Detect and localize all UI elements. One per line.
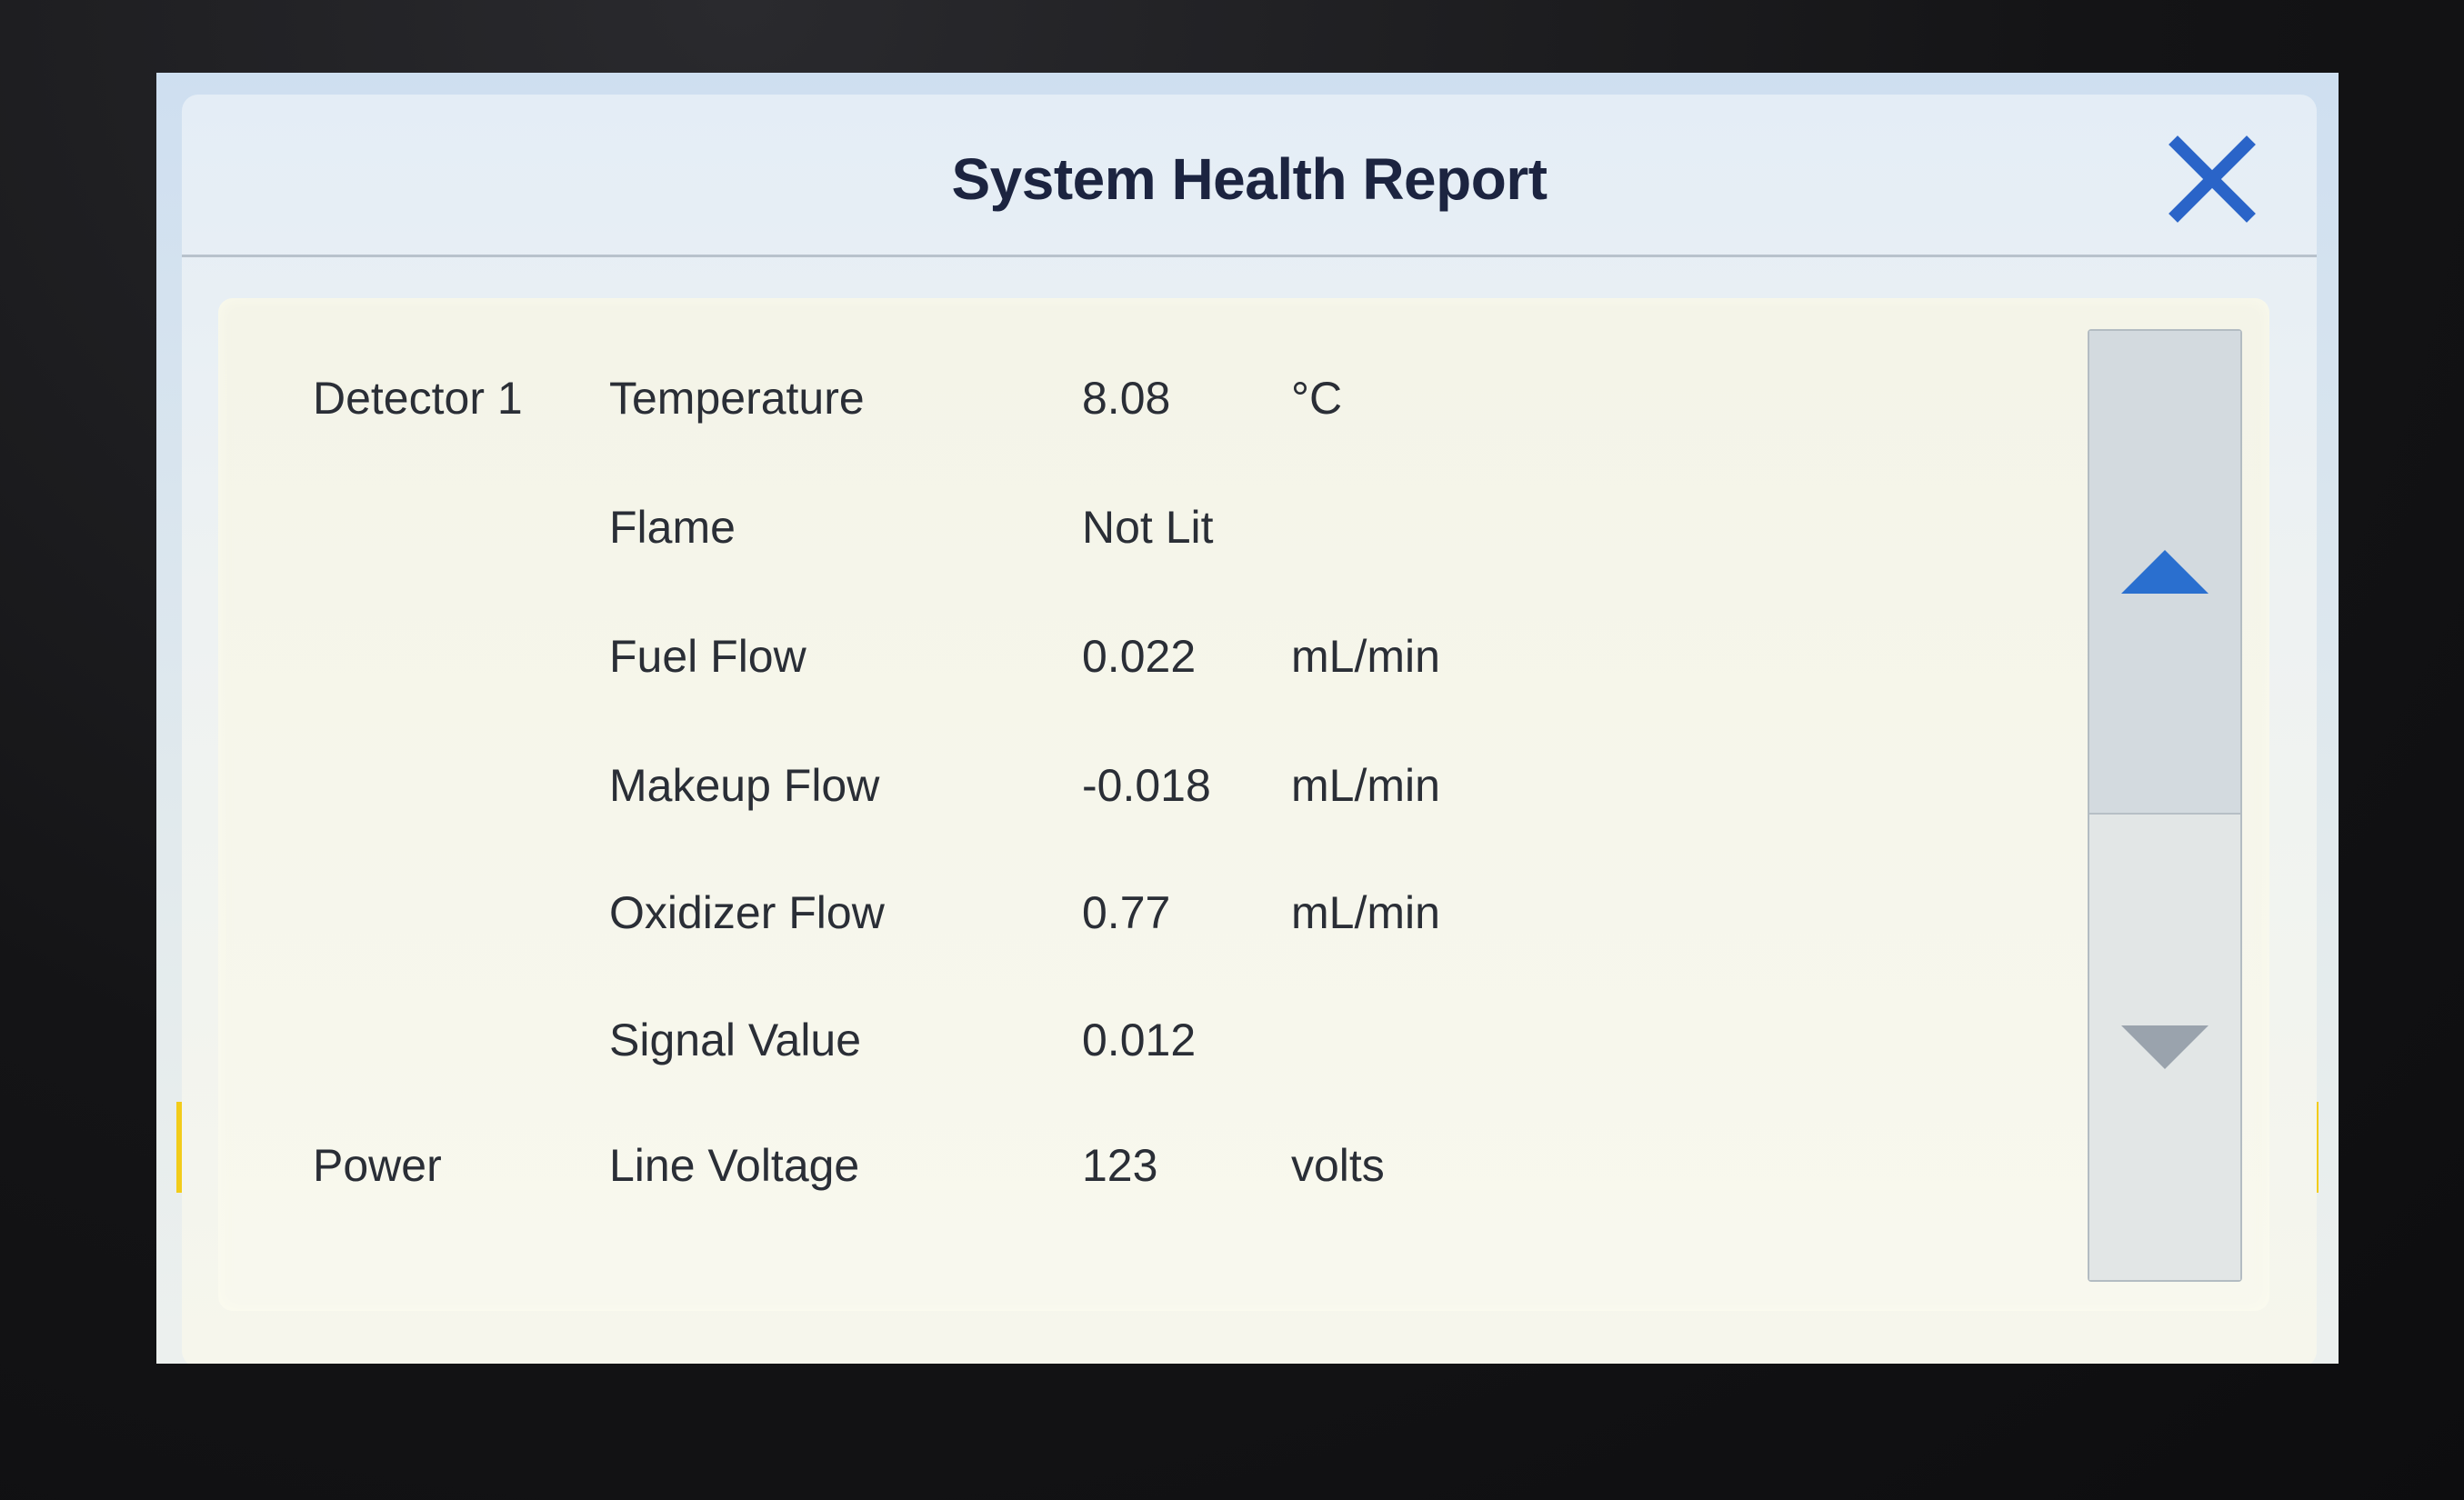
report-row: Power Line Voltage 123 volts xyxy=(218,1129,2037,1202)
group-label: Detector 1 xyxy=(313,373,523,424)
scroll-down-button[interactable] xyxy=(2089,815,2240,1280)
touch-screen: System Health Report Detector 1 Temperat… xyxy=(156,73,2339,1364)
parameter-label: Flame xyxy=(609,502,736,553)
report-row: Oxidizer Flow 0.77 mL/min xyxy=(218,876,2037,949)
parameter-value: 0.012 xyxy=(1082,1015,1197,1065)
parameter-unit: mL/min xyxy=(1291,631,1440,682)
scrollbar[interactable] xyxy=(2088,329,2242,1282)
parameter-label: Oxidizer Flow xyxy=(609,887,885,938)
parameter-value: 123 xyxy=(1082,1140,1158,1191)
parameter-value: -0.018 xyxy=(1082,760,1211,811)
system-health-dialog: System Health Report Detector 1 Temperat… xyxy=(182,95,2317,1364)
triangle-up-icon xyxy=(2121,550,2209,594)
parameter-label: Makeup Flow xyxy=(609,760,880,811)
dialog-header: System Health Report xyxy=(182,95,2317,257)
parameter-label: Temperature xyxy=(609,373,865,424)
triangle-down-icon xyxy=(2121,1025,2209,1069)
parameter-label: Line Voltage xyxy=(609,1140,860,1191)
report-row: Makeup Flow -0.018 mL/min xyxy=(218,749,2037,822)
parameter-value: Not Lit xyxy=(1082,502,1214,553)
parameter-value: 8.08 xyxy=(1082,373,1171,424)
report-row: Flame Not Lit xyxy=(218,491,2037,564)
parameter-value: 0.77 xyxy=(1082,887,1171,938)
parameter-unit: °C xyxy=(1291,373,1343,424)
parameter-unit: mL/min xyxy=(1291,760,1440,811)
group-label: Power xyxy=(313,1140,442,1191)
parameter-unit: volts xyxy=(1291,1140,1385,1191)
close-button[interactable] xyxy=(2162,129,2262,229)
report-row: Signal Value 0.012 xyxy=(218,1004,2037,1076)
scroll-up-button[interactable] xyxy=(2089,331,2240,815)
parameter-label: Signal Value xyxy=(609,1015,862,1065)
report-list: Detector 1 Temperature 8.08 °C Flame Not… xyxy=(218,298,2269,1311)
report-row: Detector 1 Temperature 8.08 °C xyxy=(218,362,2037,435)
parameter-unit: mL/min xyxy=(1291,887,1440,938)
report-row: Fuel Flow 0.022 mL/min xyxy=(218,620,2037,693)
parameter-value: 0.022 xyxy=(1082,631,1197,682)
parameter-label: Fuel Flow xyxy=(609,631,806,682)
dialog-title: System Health Report xyxy=(951,146,1548,212)
close-icon xyxy=(2169,135,2256,223)
